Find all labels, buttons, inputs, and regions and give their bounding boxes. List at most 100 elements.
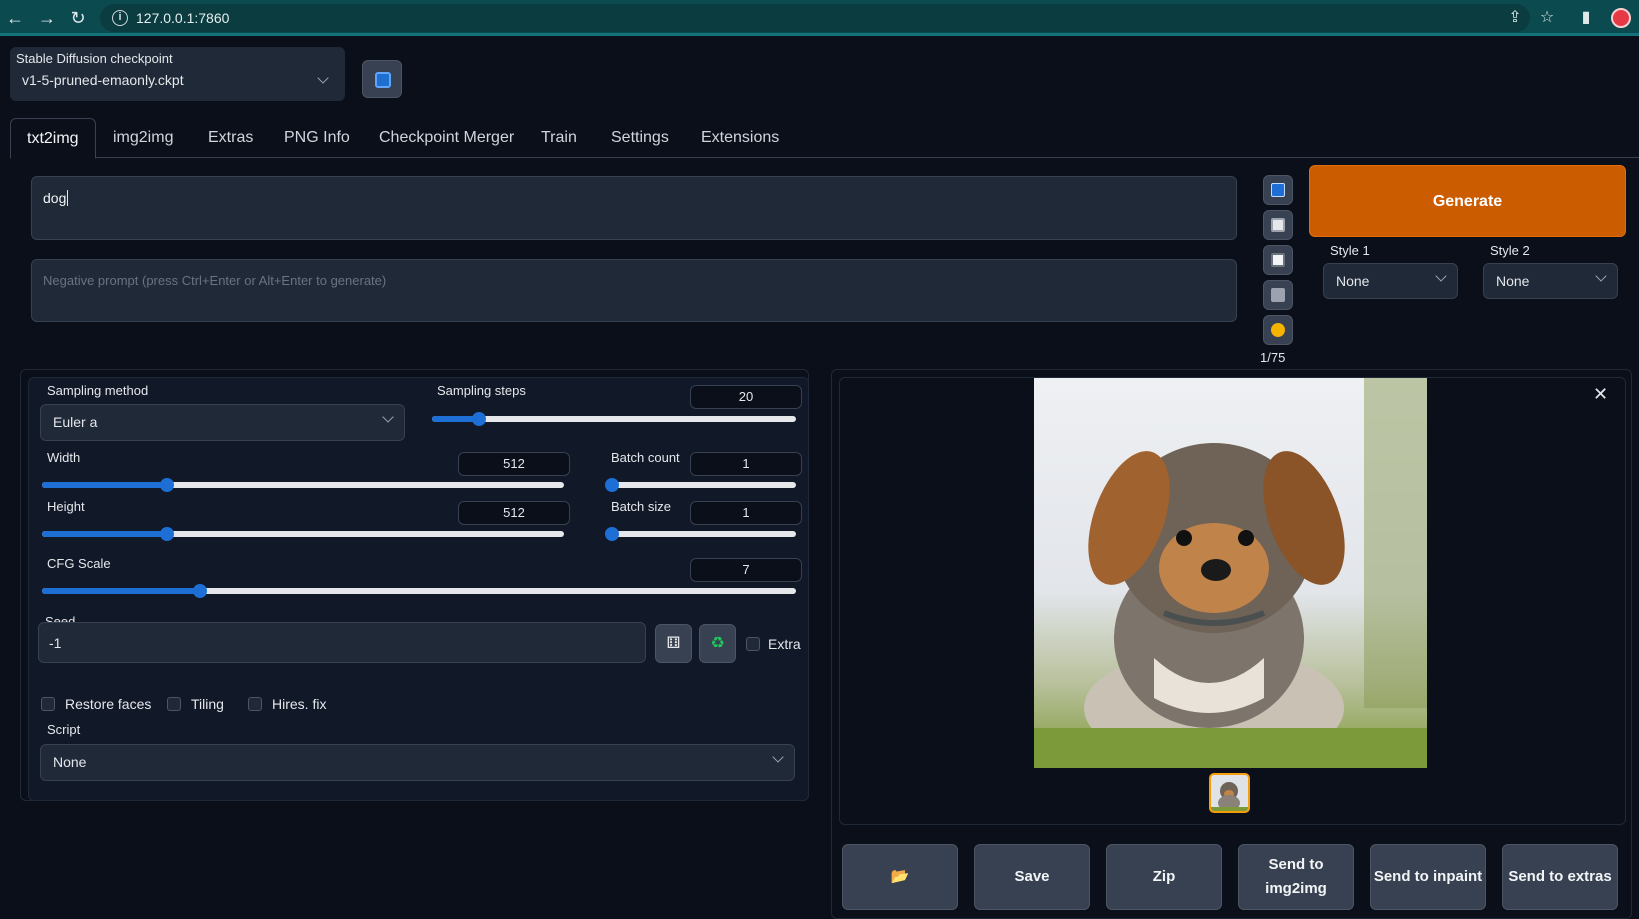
style1-dropdown[interactable]: None [1323,263,1458,299]
palette-icon [1271,323,1285,337]
zip-button[interactable]: Zip [1106,844,1222,910]
batch-count-label: Batch count [611,450,680,465]
browser-toolbar: ← → ↻ i 127.0.0.1:7860 ⇪ ☆ ▮ [0,0,1639,36]
dice-icon: ⚅ [666,635,681,652]
chevron-down-icon [317,72,329,84]
negative-prompt-input[interactable]: Negative prompt (press Ctrl+Enter or Alt… [31,259,1237,322]
tab-extensions[interactable]: Extensions [685,118,795,158]
side-panel-icon[interactable]: ▮ [1575,7,1597,29]
tab-train[interactable]: Train [525,118,593,158]
address-bar[interactable]: i 127.0.0.1:7860 [100,4,1530,32]
extra-seed-checkbox[interactable] [746,637,760,651]
width-slider[interactable] [42,478,564,492]
cfg-scale-slider[interactable] [42,584,796,598]
cfg-scale-input[interactable]: 7 [690,558,802,582]
chevron-down-icon [772,751,784,763]
height-label: Height [47,499,85,514]
forward-arrow-icon[interactable]: → [36,7,58,29]
trash-icon [1271,288,1285,302]
send-to-inpaint-button[interactable]: Send to inpaint [1370,844,1486,910]
close-icon[interactable]: ✕ [1593,384,1608,405]
style1-label: Style 1 [1330,243,1370,258]
dog-picture [1034,378,1427,768]
restore-faces-checkbox[interactable] [41,697,55,711]
batch-count-slider[interactable] [605,478,796,492]
save-style-button[interactable] [1263,210,1293,240]
style2-value: None [1496,273,1530,289]
bookmark-star-icon[interactable]: ☆ [1536,7,1558,29]
open-folder-button[interactable]: 📂 [842,844,958,910]
generated-image[interactable] [1034,378,1427,768]
checkpoint-dropdown[interactable]: v1-5-pruned-emaonly.ckpt [16,66,339,94]
recycle-icon: ♻ [710,635,725,652]
sampling-steps-slider[interactable] [432,412,796,426]
seed-input[interactable]: -1 [38,622,646,663]
chevron-down-icon [382,411,394,423]
send-to-img2img-button[interactable]: Send to img2img [1238,844,1354,910]
folder-icon: 📂 [890,868,910,885]
sampling-steps-input[interactable]: 20 [690,385,802,409]
tiling-checkbox[interactable] [167,697,181,711]
main-tabs: txt2img img2img Extras PNG Info Checkpoi… [10,118,1639,159]
tab-txt2img[interactable]: txt2img [10,118,96,159]
checkpoint-label: Stable Diffusion checkpoint [16,51,173,66]
width-input[interactable]: 512 [458,452,570,476]
style1-value: None [1336,273,1370,289]
save-button[interactable]: Save [974,844,1090,910]
paste-button[interactable] [1263,245,1293,275]
generate-button[interactable]: Generate [1309,165,1626,237]
apply-style-button[interactable] [1263,315,1293,345]
chevron-down-icon [1435,270,1447,282]
clipboard-icon [1271,253,1285,267]
height-slider[interactable] [42,527,564,541]
gallery-thumbnail[interactable] [1209,773,1250,813]
style2-label: Style 2 [1490,243,1530,258]
restore-faces-label: Restore faces [65,696,152,712]
clear-prompt-button[interactable] [1263,280,1293,310]
tiling-label: Tiling [191,696,224,712]
dog-thumbnail-picture [1211,782,1248,811]
prompt-text: dog [43,190,67,206]
show-extra-networks-button[interactable] [1263,175,1293,205]
sampling-method-dropdown[interactable]: Euler a [40,404,405,441]
height-input[interactable]: 512 [458,501,570,525]
sampling-method-value: Euler a [53,414,98,430]
checkpoint-selector: Stable Diffusion checkpoint v1-5-pruned-… [10,47,345,101]
refresh-checkpoint-button[interactable] [362,60,402,98]
send-to-extras-button[interactable]: Send to extras [1502,844,1618,910]
site-info-icon[interactable]: i [112,10,128,26]
prompt-input[interactable]: dog [31,176,1237,240]
batch-size-slider[interactable] [605,527,796,541]
reload-icon[interactable]: ↻ [67,7,89,29]
tab-settings[interactable]: Settings [595,118,685,158]
width-label: Width [47,450,81,465]
reuse-seed-button[interactable]: ♻ [699,624,736,663]
script-dropdown[interactable]: None [40,744,795,781]
script-label: Script [47,722,81,737]
slider-thumb[interactable] [605,527,619,541]
slider-thumb[interactable] [605,478,619,492]
script-value: None [53,754,87,770]
hires-fix-label: Hires. fix [272,696,327,712]
style2-dropdown[interactable]: None [1483,263,1618,299]
cfg-scale-label: CFG Scale [47,556,111,571]
sampling-steps-label: Sampling steps [437,383,526,398]
batch-count-input[interactable]: 1 [690,452,802,476]
checkpoint-value: v1-5-pruned-emaonly.ckpt [22,72,184,88]
batch-size-input[interactable]: 1 [690,501,802,525]
hires-fix-checkbox[interactable] [248,697,262,711]
batch-size-label: Batch size [611,499,671,514]
token-counter: 1/75 [1260,350,1286,365]
profile-avatar[interactable] [1611,8,1631,28]
share-icon[interactable]: ⇪ [1504,7,1526,29]
random-seed-button[interactable]: ⚅ [655,624,692,663]
tab-img2img[interactable]: img2img [97,118,189,158]
tab-png-info[interactable]: PNG Info [268,118,366,158]
refresh-icon [375,72,391,88]
extra-seed-label: Extra [768,636,801,652]
back-arrow-icon[interactable]: ← [4,7,26,29]
tab-extras[interactable]: Extras [192,118,269,158]
save-icon [1271,218,1285,232]
tab-checkpoint-merger[interactable]: Checkpoint Merger [363,118,530,158]
url-text: 127.0.0.1:7860 [136,10,230,26]
